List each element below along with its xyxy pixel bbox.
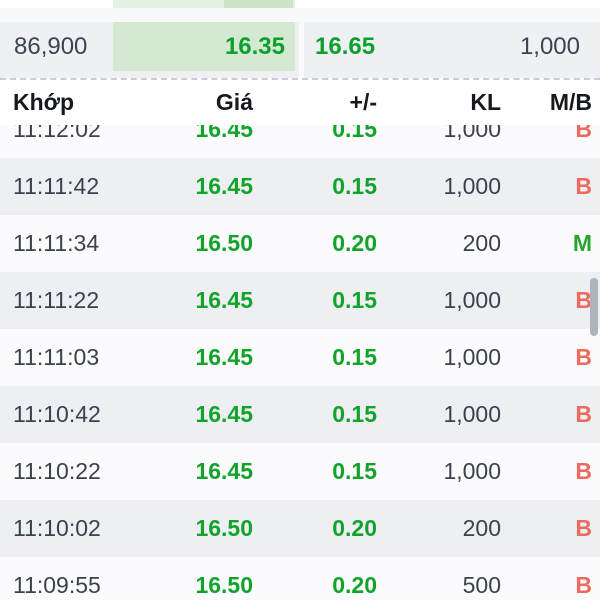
cell-change: 0.20 — [332, 515, 377, 541]
table-row: 11:10:22 16.45 0.15 1,000 B — [0, 443, 600, 500]
highlight-cell-stub-dark — [224, 0, 293, 8]
ask-volume: 1,000 — [519, 33, 580, 60]
table-row: 11:10:42 16.45 0.15 1,000 B — [0, 386, 600, 443]
quote-spacer — [0, 8, 600, 22]
table-row: 11:09:55 16.50 0.20 500 B — [0, 557, 600, 600]
ask-side: 16.65 1,000 — [304, 22, 600, 78]
cell-price: 16.50 — [195, 572, 253, 598]
header-change: +/- — [349, 89, 377, 115]
cell-change: 0.15 — [332, 344, 377, 370]
header-mb: M/B — [549, 89, 592, 115]
cell-volume: 1,000 — [443, 401, 501, 427]
column-gap — [299, 0, 304, 8]
header-kl: KL — [470, 89, 501, 115]
bid-volume: 86,900 — [14, 33, 88, 60]
cell-volume: 1,000 — [443, 287, 501, 313]
bid-side: 86,900 16.35 — [0, 22, 299, 78]
cell-price: 16.45 — [195, 401, 253, 427]
cell-time: 11:11:22 — [13, 287, 100, 313]
cell-volume: 1,000 — [443, 173, 501, 199]
scrollbar-thumb[interactable] — [590, 278, 598, 336]
trade-rows[interactable]: 11:12:02 16.45 0.15 1,000 B 11:11:42 16.45 0.15… — [0, 101, 600, 600]
table-row: 11:11:22 16.45 0.15 1,000 B — [0, 272, 600, 329]
cell-price: 16.50 — [195, 515, 253, 541]
cell-volume: 200 — [462, 230, 501, 256]
cell-time: 11:09:55 — [13, 572, 101, 598]
header-gia: Giá — [215, 89, 253, 115]
cell-side: B — [575, 572, 592, 598]
cell-change: 0.15 — [332, 287, 377, 313]
cell-time: 11:10:42 — [13, 401, 101, 427]
cell-price: 16.45 — [195, 344, 253, 370]
trading-panel: 86,900 16.35 16.65 1,000 Khớp Giá +/- KL… — [0, 0, 600, 600]
cell-time: 11:10:02 — [13, 515, 101, 541]
match-table-header: Khớp Giá +/- KL M/B — [0, 80, 600, 125]
table-row: 11:11:34 16.50 0.20 200 M — [0, 215, 600, 272]
bid-price: 16.35 — [224, 33, 285, 60]
header-khop: Khớp — [13, 89, 75, 115]
cell-side: B — [575, 344, 592, 370]
cell-change: 0.15 — [332, 401, 377, 427]
cell-time: 11:10:22 — [13, 458, 101, 484]
cell-change: 0.20 — [332, 572, 377, 598]
cell-side: M — [572, 230, 592, 256]
cell-time: 11:11:42 — [13, 173, 100, 199]
cell-volume: 1,000 — [443, 344, 501, 370]
cell-change: 0.15 — [332, 458, 377, 484]
cell-side: B — [575, 458, 592, 484]
cell-change: 0.20 — [332, 230, 377, 256]
table-row: 11:11:03 16.45 0.15 1,000 B — [0, 329, 600, 386]
cell-side: B — [575, 287, 592, 313]
cell-price: 16.45 — [195, 173, 253, 199]
cell-side: B — [575, 173, 592, 199]
cell-change: 0.15 — [332, 173, 377, 199]
cell-side: B — [575, 515, 592, 541]
ask-price[interactable]: 16.65 — [315, 22, 375, 71]
cell-price: 16.45 — [195, 458, 253, 484]
cell-volume: 200 — [462, 515, 501, 541]
cell-time: 11:11:03 — [13, 344, 100, 370]
quote-row-partial — [0, 0, 600, 8]
table-row: 11:11:42 16.45 0.15 1,000 B — [0, 158, 600, 215]
cell-price: 16.45 — [195, 287, 253, 313]
cell-time: 11:11:34 — [13, 230, 100, 256]
cell-volume: 1,000 — [443, 458, 501, 484]
cell-side: B — [575, 401, 592, 427]
cell-volume: 500 — [462, 572, 501, 598]
table-row: 11:10:02 16.50 0.20 200 B — [0, 500, 600, 557]
quote-row: 86,900 16.35 16.65 1,000 — [0, 22, 600, 78]
bid-price-cell[interactable]: 16.35 — [113, 22, 295, 71]
cell-price: 16.50 — [195, 230, 253, 256]
